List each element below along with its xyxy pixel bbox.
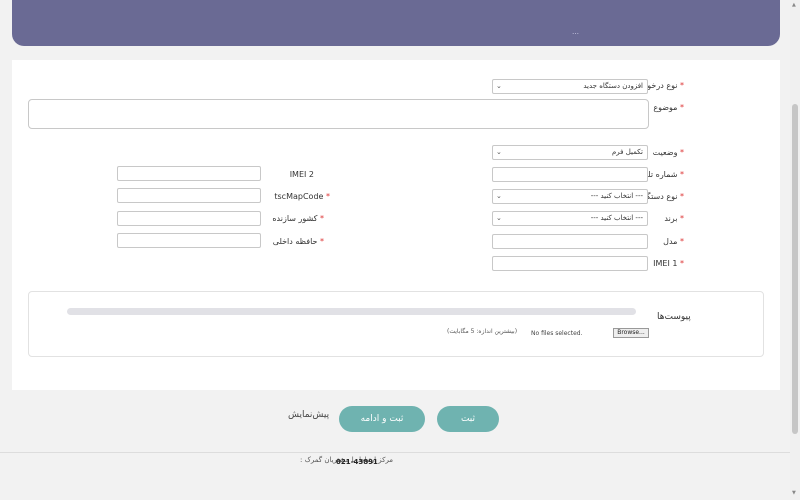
tsc-map-code-input[interactable] xyxy=(117,188,261,203)
status-label: * وضعیت xyxy=(652,148,684,157)
scroll-thumb[interactable] xyxy=(792,104,798,434)
submit-continue-button[interactable]: ثبت و ادامه xyxy=(339,406,425,432)
chevron-down-icon: ⌄ xyxy=(496,192,502,200)
imei2-input[interactable] xyxy=(117,166,261,181)
header-bar: … xyxy=(12,0,780,46)
device-type-select[interactable]: --- انتخاب کنید --- ⌄ xyxy=(492,189,648,204)
imei2-label: IMEI 2 xyxy=(289,170,314,179)
submit-button[interactable]: ثبت xyxy=(437,406,499,432)
scroll-up-icon[interactable]: ▲ xyxy=(792,2,796,8)
internal-memory-label: * حافظه داخلی xyxy=(272,237,324,246)
model-input[interactable] xyxy=(492,234,648,249)
request-form: * نوع درخواست افزودن دستگاه جدید ⌄ * موض… xyxy=(12,60,780,390)
footer-phone: 021-43891 xyxy=(336,458,378,466)
file-status-text: No files selected. xyxy=(531,330,583,337)
request-type-select[interactable]: افزودن دستگاه جدید ⌄ xyxy=(492,79,648,94)
brand-select[interactable]: --- انتخاب کنید --- ⌄ xyxy=(492,211,648,226)
phone-input[interactable] xyxy=(492,167,648,182)
internal-memory-input[interactable] xyxy=(117,233,261,248)
scroll-down-icon[interactable]: ▼ xyxy=(792,490,796,496)
page-scrollbar[interactable]: ▲ ▼ xyxy=(790,0,800,500)
preview-link[interactable]: پیش‌نمایش xyxy=(288,410,329,420)
footer-divider xyxy=(0,452,790,453)
chevron-down-icon: ⌄ xyxy=(496,214,502,222)
attachments-label: پیوست‌ها xyxy=(657,312,691,322)
header-nav-text: … xyxy=(572,28,579,36)
browse-button[interactable]: Browse... xyxy=(613,328,649,338)
tsc-map-code-label: * tscMapCode xyxy=(274,192,330,201)
manufacturer-country-label: * کشور سازنده xyxy=(272,214,324,223)
max-size-text: (بیشترین اندازه: 5 مگابایت) xyxy=(447,328,518,335)
attachments-section: پیوست‌ها No files selected. Browse... (ب… xyxy=(28,291,764,357)
subject-label: * موضوع xyxy=(653,103,684,112)
status-select[interactable]: تکمیل فرم ⌄ xyxy=(492,145,648,160)
upload-progress-bar xyxy=(67,308,636,315)
imei1-input[interactable] xyxy=(492,256,648,271)
brand-label: * برند xyxy=(664,214,684,223)
manufacturer-country-input[interactable] xyxy=(117,211,261,226)
model-label: * مدل xyxy=(663,237,684,246)
subject-textarea[interactable] xyxy=(28,99,649,129)
chevron-down-icon: ⌄ xyxy=(496,82,502,90)
chevron-down-icon: ⌄ xyxy=(496,148,502,156)
imei1-label: * IMEI 1 xyxy=(653,259,684,268)
